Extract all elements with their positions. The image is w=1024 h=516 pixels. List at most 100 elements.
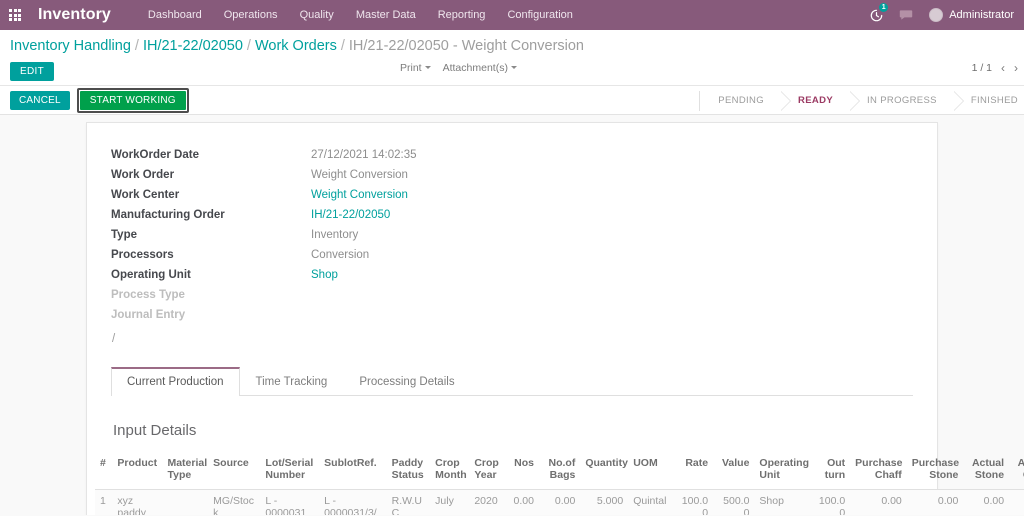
form-row-processors: Processors Conversion [111, 245, 417, 265]
column-header-sublotref: SublotRef. [319, 453, 387, 490]
input-details-scroll[interactable]: # Product Material Type Source Lot/Serial Nu… [95, 453, 1024, 515]
breadcrumb-item-inventory-handling[interactable]: Inventory Handling [10, 38, 131, 54]
edit-button[interactable]: EDIT [10, 62, 54, 81]
user-avatar-icon [929, 8, 944, 22]
column-header-crop-month: Crop Month [430, 453, 470, 490]
menu-item-master-data[interactable]: Master Data [345, 0, 427, 30]
form-row-journal-entry: Journal Entry [111, 305, 417, 325]
input-details-title: Input Details [113, 422, 197, 439]
chevron-down-icon [510, 66, 517, 69]
chevron-down-icon [424, 66, 431, 69]
cell-quantity: 5.000 [596, 494, 624, 507]
print-dropdown[interactable]: Print [400, 62, 431, 74]
cell-crop-year: 2020 [474, 494, 498, 507]
value-processors: Conversion [311, 249, 370, 261]
pager-next-icon[interactable]: › [1014, 62, 1018, 74]
cell-purchase-chaff: 0.00 [881, 494, 902, 507]
label-work-center: Work Center [111, 189, 180, 201]
tab-processing-details[interactable]: Processing Details [343, 367, 470, 396]
breadcrumb-item-work-orders[interactable]: Work Orders [255, 38, 337, 54]
status-stage-in-progress[interactable]: IN PROGRESS [849, 90, 964, 111]
top-navbar: Inventory Dashboard Operations Quality M… [0, 0, 1024, 30]
cell-out-turn: 100.00 [818, 494, 846, 515]
menu-item-operations[interactable]: Operations [213, 0, 289, 30]
cell-uom: Quintal [633, 494, 667, 507]
value-operating-unit-link[interactable]: Shop [311, 269, 338, 281]
notebook: Current Production Time Tracking Process… [95, 367, 1024, 515]
form-row-work-center: Work Center Weight Conversion [111, 185, 417, 205]
column-header-uom: UOM [628, 453, 672, 490]
label-process-type: Process Type [111, 289, 185, 301]
column-header-operating-unit: Operating Unit [754, 453, 809, 490]
cell-crop-month: July [435, 494, 454, 507]
value-process-type [311, 285, 417, 305]
breadcrumb-separator: / [340, 38, 345, 54]
navbar-right-tools: 1 Administrator [861, 0, 1024, 30]
main-menu: Dashboard Operations Quality Master Data… [137, 0, 584, 30]
value-manufacturing-order-link[interactable]: IH/21-22/02050 [311, 209, 390, 221]
pager-prev-icon[interactable]: ‹ [1001, 62, 1005, 74]
status-stage-pending[interactable]: PENDING [699, 90, 791, 111]
cell-paddy-status: R.W.UC [391, 494, 422, 515]
label-processors: Processors [111, 249, 174, 261]
print-attachment-tools: Print Attachment(s) [400, 62, 517, 74]
tab-time-tracking[interactable]: Time Tracking [240, 367, 344, 396]
cell-no-of-bags: 0.00 [554, 494, 576, 507]
cell-nos: 0.00 [513, 494, 534, 507]
label-type: Type [111, 229, 137, 241]
cancel-button[interactable]: CANCEL [10, 90, 70, 110]
column-header-value: Value [713, 453, 755, 490]
record-pager: 1 / 1 ‹ › [972, 62, 1018, 74]
value-work-order: Weight Conversion [311, 169, 408, 181]
start-working-button[interactable]: START WORKING [79, 90, 186, 110]
column-header-purchase-chaff: Purchase Chaff [850, 453, 907, 490]
column-header-paddy-status: Paddy Status [386, 453, 431, 490]
column-header-out-turn: Out turn [808, 453, 851, 490]
start-working-button-wrapper: START WORKING [76, 87, 189, 113]
breadcrumb: Inventory Handling / IH/21-22/02050/Work O… [0, 30, 1024, 58]
menu-item-quality[interactable]: Quality [289, 0, 345, 30]
table-header-row: # Product Material Type Source Lot/Serial Nu… [95, 453, 1024, 490]
breadcrumb-separator: / [246, 38, 251, 54]
attachments-dropdown[interactable]: Attachment(s) [443, 62, 517, 74]
tab-current-production[interactable]: Current Production [111, 367, 240, 396]
table-row[interactable]: 1 xyz paddy MG/Stock L - 0000031 L - 0000031… [95, 489, 1024, 515]
menu-item-dashboard[interactable]: Dashboard [137, 0, 213, 30]
column-header-lot-serial-number: Lot/Serial Number [260, 453, 320, 490]
label-manufacturing-order: Manufacturing Order [111, 209, 225, 221]
cell-material-type [162, 489, 208, 515]
apps-grid-icon[interactable] [0, 0, 30, 30]
control-panel-actions: EDIT Print Attachment(s) 1 / 1 ‹ › [0, 58, 1024, 85]
column-header-crop-year: Crop Year [469, 453, 507, 490]
print-label: Print [400, 62, 422, 74]
clock-activity-icon[interactable]: 1 [861, 0, 891, 30]
value-work-center-link[interactable]: Weight Conversion [311, 189, 408, 201]
cell-purchase-stone: 0.00 [937, 494, 959, 507]
column-header-material-type: Material Type [162, 453, 209, 490]
form-trailing-text: / [112, 333, 116, 345]
menu-item-reporting[interactable]: Reporting [427, 0, 497, 30]
column-header-nos: Nos [506, 453, 539, 490]
form-row-manufacturing-order: Manufacturing Order IH/21-22/02050 [111, 205, 417, 225]
user-menu[interactable]: Administrator [921, 8, 1020, 22]
column-header-actual-stone: Actual Stone [963, 453, 1010, 490]
value-type: Inventory [311, 229, 359, 241]
breadcrumb-current-record: IH/21-22/02050 - Weight Conversion [348, 38, 584, 54]
pager-count: 1 / 1 [971, 62, 992, 74]
column-header-source: Source [208, 453, 261, 490]
notebook-tabs: Current Production Time Tracking Process… [111, 367, 913, 396]
cell-actual-chaff: 0.00 [1009, 489, 1024, 515]
column-header-rate: Rate [671, 453, 714, 490]
form-row-process-type: Process Type [111, 285, 417, 305]
form-page-body: WorkOrder Date 27/12/2021 14:02:35 Work … [0, 115, 1024, 515]
column-header-purchase-stone: Purchase Stone [906, 453, 964, 490]
column-header-: # [95, 453, 113, 490]
app-brand-title[interactable]: Inventory [38, 6, 111, 24]
chat-bubble-icon[interactable] [891, 0, 921, 30]
cell-lot-serial-number: L - 0000031 [265, 494, 307, 515]
menu-item-configuration[interactable]: Configuration [496, 0, 583, 30]
record-sheet: WorkOrder Date 27/12/2021 14:02:35 Work … [86, 122, 1024, 515]
breadcrumb-item-manufacturing-order[interactable]: IH/21-22/02050 [143, 38, 243, 54]
label-workorder-date: WorkOrder Date [111, 149, 199, 161]
column-header-actual-chaff: Actual Chaff [1009, 453, 1024, 490]
